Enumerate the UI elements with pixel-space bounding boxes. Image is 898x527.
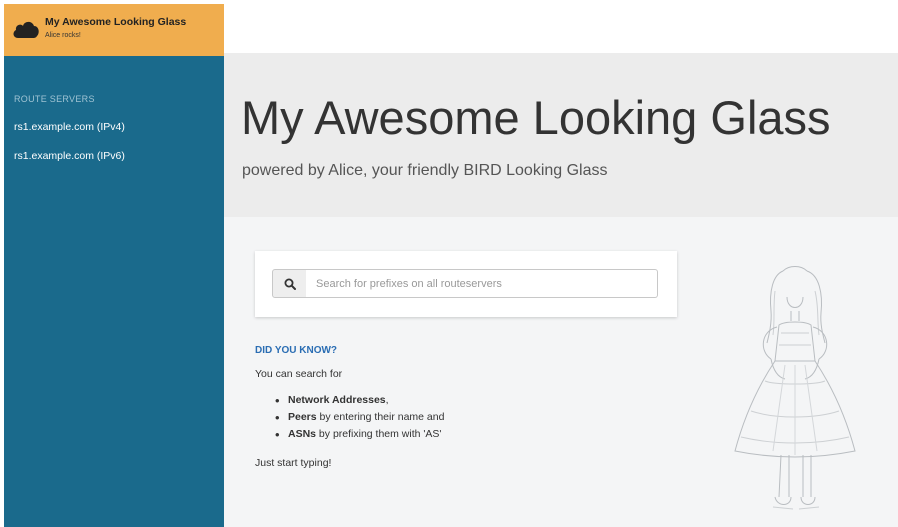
brand-title: My Awesome Looking Glass (45, 16, 187, 28)
tips-list: Network Addresses, Peers by entering the… (274, 393, 444, 444)
tip-bold: Network Addresses (288, 394, 386, 406)
tips-outro: Just start typing! (255, 457, 332, 469)
sidebar-item-rs1-ipv6[interactable]: rs1.example.com (IPv6) (14, 150, 125, 162)
tip-bold: ASNs (288, 428, 317, 440)
list-item: ASNs by prefixing them with 'AS' (274, 427, 444, 444)
search-button[interactable] (272, 269, 307, 298)
main-content: DID YOU KNOW? You can search for Network… (224, 217, 898, 527)
alice-illustration (734, 266, 856, 510)
sidebar: My Awesome Looking Glass Alice rocks! RO… (4, 4, 224, 527)
brand-header[interactable]: My Awesome Looking Glass Alice rocks! (4, 4, 224, 56)
brand-subtitle: Alice rocks! (45, 32, 81, 39)
page-tagline: powered by Alice, your friendly BIRD Loo… (242, 162, 608, 179)
tip-text: by prefixing them with 'AS' (316, 428, 442, 440)
hero-banner: My Awesome Looking Glass powered by Alic… (224, 53, 898, 217)
search-card (255, 251, 677, 317)
tip-text: , (385, 394, 389, 406)
search-icon (284, 278, 296, 290)
sidebar-item-rs1-ipv4[interactable]: rs1.example.com (IPv4) (14, 121, 125, 133)
route-servers-heading: ROUTE SERVERS (14, 94, 95, 104)
list-item: Network Addresses, (274, 393, 444, 410)
tip-text: by entering their name and (316, 411, 445, 423)
tips-intro: You can search for (255, 368, 343, 380)
search-input[interactable] (306, 269, 658, 298)
page-title: My Awesome Looking Glass (241, 91, 831, 144)
tip-bold: Peers (288, 411, 317, 423)
did-you-know-heading: DID YOU KNOW? (255, 345, 338, 356)
cloud-icon (13, 21, 39, 38)
list-item: Peers by entering their name and (274, 410, 444, 427)
